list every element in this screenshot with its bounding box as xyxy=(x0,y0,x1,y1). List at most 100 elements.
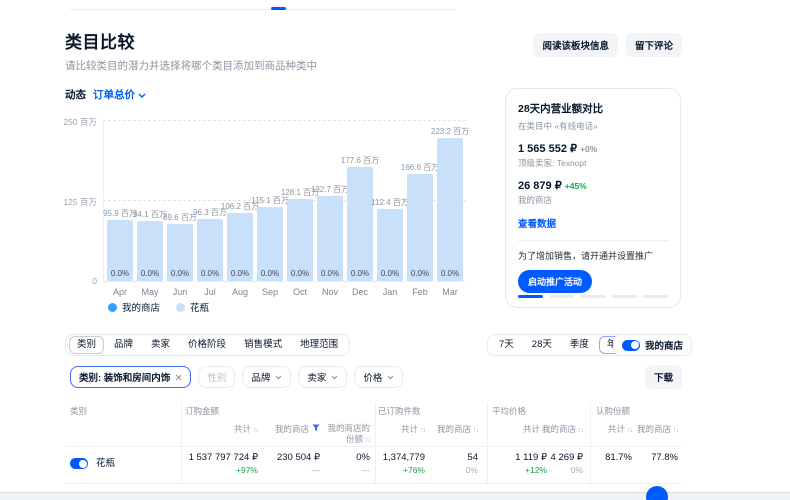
column-header-label: 我的商店 xyxy=(542,424,576,434)
bar-dec[interactable] xyxy=(347,167,373,281)
cell-delta: +97% xyxy=(183,465,258,475)
table-column-divider xyxy=(375,403,376,483)
dimension-tab[interactable]: 销售模式 xyxy=(236,336,290,354)
cell-value: 77.8% xyxy=(622,452,678,463)
download-button[interactable]: 下载 xyxy=(645,365,682,389)
dimension-tab[interactable]: 类别 xyxy=(69,336,104,354)
column-header[interactable]: 共计↑↓ xyxy=(377,423,425,435)
x-axis-label: Aug xyxy=(225,287,255,297)
column-header[interactable]: 共计↑↓ xyxy=(594,423,632,435)
card-divider xyxy=(518,240,668,241)
table-column-divider xyxy=(590,403,591,483)
column-header[interactable]: 我的商店的份额↑↓ xyxy=(322,423,370,446)
remove-icon[interactable] xyxy=(175,374,182,381)
table-row-divider xyxy=(65,483,682,484)
column-header-label: 共计 xyxy=(401,424,418,434)
dimension-tab[interactable]: 地理范围 xyxy=(292,336,346,354)
column-header-label: 共计 xyxy=(523,424,540,434)
table-group-header: 订购金额 xyxy=(185,405,219,417)
view-data-link[interactable]: 查看数据 xyxy=(518,216,668,230)
row-toggle[interactable] xyxy=(70,458,88,469)
filter-chip[interactable]: 卖家 xyxy=(298,366,347,388)
chart-controls: 动态 订单总价 xyxy=(65,87,146,102)
legend-item[interactable]: 花瓶 xyxy=(176,300,209,314)
start-promo-button[interactable]: 启动推广活动 xyxy=(518,270,592,293)
row-category-name: 花瓶 xyxy=(96,455,115,469)
card-category-note: 在类目中 «有线电话» xyxy=(518,120,668,132)
page-subtitle: 请比较类目的潜力并选择将哪个类目添加到商品种类中 xyxy=(65,58,317,73)
metric-selector-label: 订单总价 xyxy=(93,87,135,102)
bar-mar[interactable] xyxy=(437,138,463,281)
column-header[interactable]: 共计↑↓ xyxy=(183,423,258,435)
table-group-header: 平均价格 xyxy=(492,405,526,417)
column-header[interactable]: 我的商店 xyxy=(260,423,320,435)
x-axis-label: Oct xyxy=(285,287,315,297)
dimension-tab[interactable]: 品牌 xyxy=(106,336,141,354)
chart-legend: 我的商店 花瓶 xyxy=(108,300,209,314)
bar-share-label: 0.0% xyxy=(163,269,197,278)
promo-text: 为了增加销售，请开通并设置推广 xyxy=(518,250,668,262)
sort-icon: ↑↓ xyxy=(253,427,258,434)
bar-share-label: 0.0% xyxy=(313,269,347,278)
card-pagination xyxy=(518,295,668,298)
dimension-tab[interactable]: 卖家 xyxy=(143,336,178,354)
table-column-divider xyxy=(487,403,488,483)
chip-label: 价格 xyxy=(363,370,382,384)
metric-selector[interactable]: 订单总价 xyxy=(93,87,146,102)
column-header[interactable]: 我的商店↑↓ xyxy=(634,423,678,435)
turnover-comparison-card: 28天内营业额对比 在类目中 «有线电话» 1 565 552 ₽ +0% 顶级… xyxy=(505,88,681,308)
bar-feb[interactable] xyxy=(407,174,433,281)
chevron-down-icon xyxy=(387,375,394,380)
read-info-button[interactable]: 阅读该板块信息 xyxy=(533,33,618,57)
filter-chip[interactable]: 类别: 装饰和房间内饰 xyxy=(70,366,191,388)
legend-dot xyxy=(176,303,185,312)
column-header-label: 共计 xyxy=(608,424,625,434)
page-title: 类目比较 xyxy=(65,28,135,53)
pagination-dash[interactable] xyxy=(580,295,605,298)
y-axis-label: 125 百万 xyxy=(40,196,97,208)
period-tab[interactable]: 28天 xyxy=(524,336,560,354)
applied-filters-row: 类别: 装饰和房间内饰性别品牌卖家价格 xyxy=(70,366,403,388)
leave-comment-button[interactable]: 留下评论 xyxy=(626,33,682,57)
period-tab[interactable]: 7天 xyxy=(491,336,522,354)
cell-value: 0% xyxy=(310,452,370,463)
card-title: 28天内营业额对比 xyxy=(518,101,668,116)
x-axis-label: Jun xyxy=(165,287,195,297)
my-store-toggle[interactable] xyxy=(622,340,640,351)
y-axis-line xyxy=(103,120,104,281)
filter-chip[interactable]: 品牌 xyxy=(242,366,291,388)
legend-label: 花瓶 xyxy=(190,300,209,314)
pagination-dash[interactable] xyxy=(612,295,637,298)
chevron-down-icon xyxy=(138,89,146,101)
x-axis-label: Mar xyxy=(435,287,465,297)
bar-share-label: 0.0% xyxy=(103,269,137,278)
chevron-down-icon xyxy=(275,375,282,380)
x-axis-label: Nov xyxy=(315,287,345,297)
column-header[interactable]: 我的商店↑↓ xyxy=(428,423,478,435)
y-axis-label: 0 xyxy=(40,276,97,286)
cell-delta: +76% xyxy=(377,465,425,475)
x-axis-label: Jul xyxy=(195,287,225,297)
sort-icon: ↑↓ xyxy=(673,427,678,434)
chip-label: 卖家 xyxy=(307,370,326,384)
period-tab[interactable]: 季度 xyxy=(562,336,597,354)
my-store-toggle-group: 我的商店 xyxy=(613,334,692,356)
chip-label: 类别: 装饰和房间内饰 xyxy=(79,370,170,384)
pagination-dash[interactable] xyxy=(643,295,668,298)
column-header[interactable]: 我的商店↑↓ xyxy=(539,423,583,435)
legend-item[interactable]: 我的商店 xyxy=(108,300,160,314)
cell-value: 54 xyxy=(416,452,478,463)
bar-share-label: 0.0% xyxy=(433,269,467,278)
chat-fab[interactable] xyxy=(646,486,668,500)
filter-chip[interactable]: 价格 xyxy=(354,366,403,388)
bar-share-label: 0.0% xyxy=(193,269,227,278)
cell-value: 1 537 797 724 ₽ xyxy=(171,452,258,463)
bar-share-label: 0.0% xyxy=(283,269,317,278)
x-axis-label: Jan xyxy=(375,287,405,297)
pagination-dash[interactable] xyxy=(518,295,543,298)
bar-value-label: 177.6 百万 xyxy=(330,155,390,166)
active-tab-indicator xyxy=(271,7,286,10)
my-store-value: 26 879 ₽ +45% xyxy=(518,179,668,192)
pagination-dash[interactable] xyxy=(549,295,574,298)
dimension-tab[interactable]: 价格阶段 xyxy=(180,336,234,354)
